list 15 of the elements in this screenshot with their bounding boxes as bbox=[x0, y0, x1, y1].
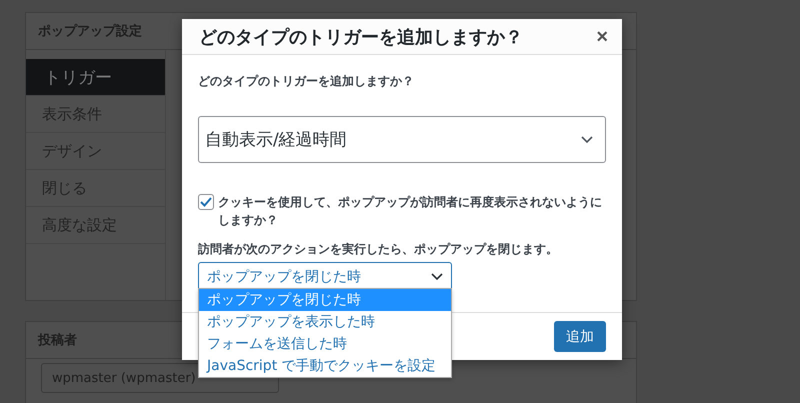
trigger-select[interactable]: 自動表示/経過時間 bbox=[198, 116, 606, 163]
dropdown-option[interactable]: JavaScript で手動でクッキーを設定 bbox=[199, 355, 451, 377]
question-text: どのタイプのトリガーを追加しますか？ bbox=[198, 73, 415, 90]
dropdown-option[interactable]: ポップアップを閉じた時 bbox=[199, 289, 451, 311]
add-button[interactable]: 追加 bbox=[554, 321, 606, 352]
settings-tab[interactable]: トリガー bbox=[26, 59, 165, 96]
close-action-label: 訪問者が次のアクションを実行したら、ポップアップを閉じます。 bbox=[198, 241, 559, 258]
dropdown-option[interactable]: フォームを送信した時 bbox=[199, 333, 451, 355]
close-button[interactable]: × bbox=[594, 26, 610, 46]
checkbox[interactable] bbox=[198, 194, 214, 210]
chevron-down-icon bbox=[431, 273, 443, 281]
dialog-title: どのタイプのトリガーを追加しますか？ bbox=[199, 26, 523, 48]
dropdown-option[interactable]: ポップアップを表示した時 bbox=[199, 311, 451, 333]
checkbox-label: クッキーを使用して、ポップアップが訪問者に再度表示されないようにしますか？ bbox=[218, 194, 603, 229]
chevron-down-icon bbox=[581, 136, 593, 144]
